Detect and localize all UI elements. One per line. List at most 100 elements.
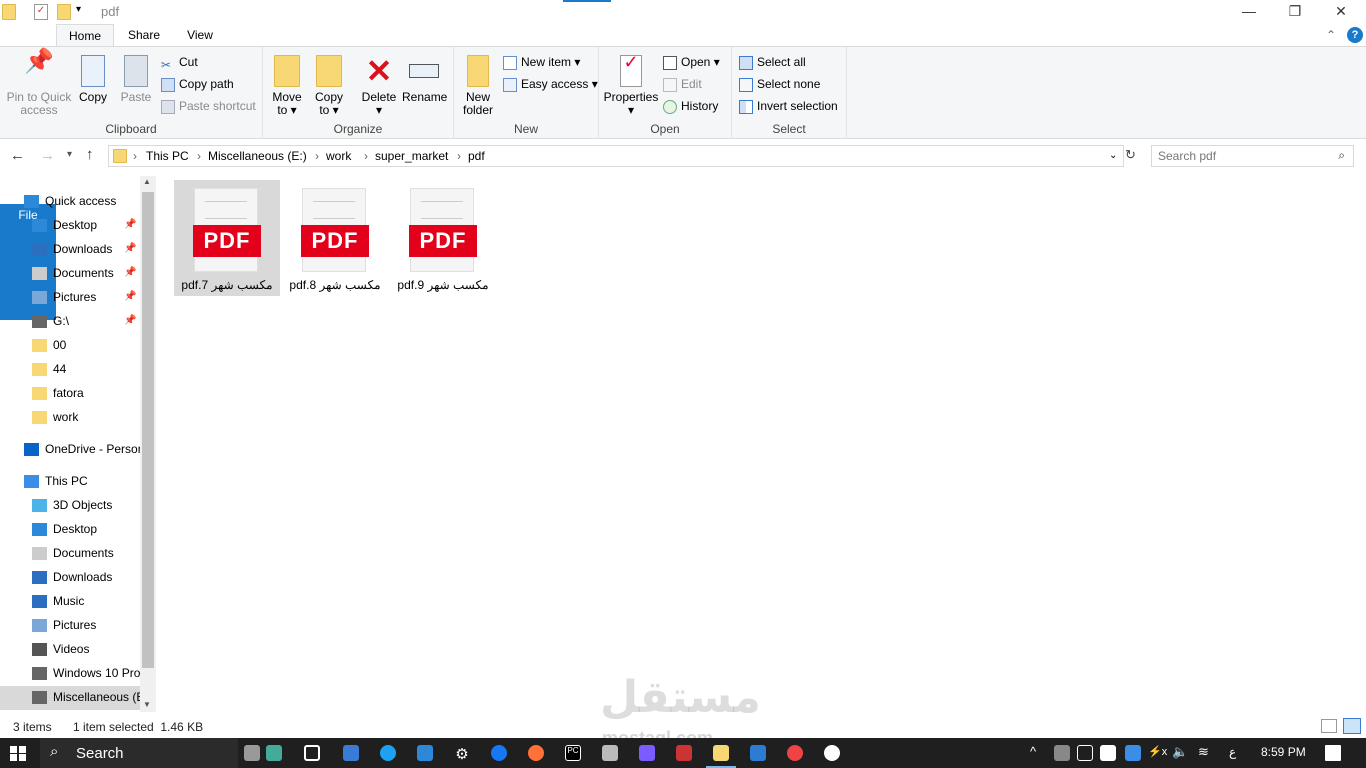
tab-share[interactable]: Share <box>118 24 170 47</box>
up-button[interactable]: ↑ <box>86 146 94 163</box>
breadcrumb-super-market[interactable]: super_market <box>375 149 448 163</box>
history-button[interactable]: History <box>663 97 718 117</box>
clock[interactable]: 8:59 PM <box>1261 745 1306 759</box>
nav-item[interactable]: Documents 📌 <box>0 262 140 286</box>
nav-item[interactable]: Pictures 📌 <box>0 286 140 310</box>
pin-quick-access-button[interactable]: 📌 Pin to Quick access <box>4 50 74 117</box>
file-item[interactable]: PDF مكسب شهر 8.pdf <box>282 180 388 296</box>
help-icon[interactable]: ? <box>1347 27 1363 43</box>
nav-item[interactable]: Pictures <box>0 614 140 638</box>
nav-item[interactable]: OneDrive - Personal <box>0 438 140 462</box>
breadcrumb-drive[interactable]: Miscellaneous (E:) <box>208 149 307 163</box>
store-icon[interactable] <box>343 745 359 761</box>
input-language[interactable]: ع <box>1229 745 1236 759</box>
new-item-button[interactable]: New item ▾ <box>503 53 580 73</box>
camera-icon[interactable] <box>1077 745 1093 761</box>
breadcrumb-this-pc[interactable]: This PC <box>146 149 189 163</box>
restore-button[interactable]: ❐ <box>1272 0 1318 24</box>
tab-view[interactable]: View <box>174 24 226 47</box>
new-folder-button[interactable]: New folder <box>460 55 496 117</box>
nav-item[interactable]: Miscellaneous (E:) <box>0 686 140 710</box>
edge-icon[interactable] <box>380 745 396 761</box>
refresh-button[interactable]: ↻ <box>1125 147 1136 163</box>
details-view-button[interactable] <box>1321 719 1337 733</box>
nav-item[interactable]: Downloads <box>0 566 140 590</box>
nav-item[interactable]: Music <box>0 590 140 614</box>
nav-item[interactable]: Quick access <box>0 190 140 214</box>
back-button[interactable]: ← <box>10 147 25 164</box>
nav-item[interactable]: fatora <box>0 382 140 406</box>
show-hidden-icons[interactable]: ^ <box>1030 744 1036 759</box>
pycharm-icon[interactable]: PC <box>565 745 581 761</box>
security-icon[interactable] <box>1100 745 1116 761</box>
recent-locations-icon[interactable]: ▾ <box>67 149 72 160</box>
network-device-icon[interactable] <box>1054 745 1070 761</box>
search-input[interactable]: Search pdf ⌕ <box>1151 145 1354 167</box>
taskbar-search[interactable]: ⌕ Search <box>40 738 238 768</box>
scroll-down-arrow[interactable]: ▼ <box>143 700 151 709</box>
nav-item[interactable]: 3D Objects <box>0 494 140 518</box>
select-all-button[interactable]: Select all <box>739 53 806 73</box>
large-icons-view-button[interactable] <box>1343 718 1361 734</box>
chrome-icon[interactable] <box>787 745 803 761</box>
nav-item[interactable]: This PC <box>0 470 140 494</box>
file-explorer-icon[interactable] <box>713 745 729 761</box>
open-button[interactable]: Open ▾ <box>663 53 720 73</box>
collapse-ribbon-icon[interactable]: ⌃ <box>1326 28 1336 42</box>
paste-shortcut-button[interactable]: Paste shortcut <box>161 97 256 117</box>
nav-item[interactable]: Windows 10 Pro (C:) <box>0 662 140 686</box>
app-icon[interactable] <box>676 745 692 761</box>
battery-icon[interactable]: ⚡x <box>1148 745 1167 758</box>
new-folder-quick-icon[interactable] <box>57 4 71 20</box>
breadcrumb-pdf[interactable]: pdf <box>468 149 485 163</box>
wifi-icon[interactable]: ≋ <box>1198 744 1209 760</box>
breadcrumb-work[interactable]: work <box>326 149 351 163</box>
volume-icon[interactable]: 🔈 <box>1172 744 1188 760</box>
edit-button[interactable]: Edit <box>663 75 702 95</box>
copy-path-button[interactable]: Copy path <box>161 75 234 95</box>
nav-item[interactable]: 44 <box>0 358 140 382</box>
customize-quick-access-icon[interactable]: ▾ <box>76 4 81 15</box>
firefox-icon[interactable] <box>528 745 544 761</box>
nav-item[interactable]: Documents <box>0 542 140 566</box>
notifications-icon[interactable] <box>1325 745 1341 761</box>
rename-button[interactable]: Rename <box>402 55 447 104</box>
nav-item[interactable]: Desktop <box>0 518 140 542</box>
paste-button[interactable]: Paste <box>118 55 154 104</box>
forward-button[interactable]: → <box>40 147 55 164</box>
facebook-icon[interactable] <box>491 745 507 761</box>
easy-access-button[interactable]: Easy access ▾ <box>503 75 598 95</box>
app-tray-icon[interactable] <box>1125 745 1141 761</box>
properties-quick-icon[interactable]: ✓ <box>34 4 48 20</box>
start-button[interactable] <box>10 746 26 761</box>
address-dropdown-icon[interactable]: ⌄ <box>1109 150 1117 161</box>
task-view-icon[interactable] <box>304 745 320 761</box>
mail-icon[interactable] <box>417 745 433 761</box>
file-item[interactable]: PDF مكسب شهر 7.pdf <box>174 180 280 296</box>
map-app-icon[interactable] <box>266 745 282 761</box>
scroll-up-arrow[interactable]: ▲ <box>143 177 151 186</box>
nav-item[interactable]: 00 <box>0 334 140 358</box>
nav-scrollbar-thumb[interactable] <box>142 192 154 668</box>
minimize-button[interactable]: — <box>1226 0 1272 24</box>
delete-button[interactable]: ✕ Delete ▾ <box>359 55 399 117</box>
settings-icon[interactable]: ⚙ <box>454 745 470 763</box>
nav-item[interactable]: Videos <box>0 638 140 662</box>
app-icon[interactable] <box>824 745 840 761</box>
select-none-button[interactable]: Select none <box>739 75 820 95</box>
properties-button[interactable]: ✓ Properties ▾ <box>603 53 659 117</box>
move-to-button[interactable]: Move to ▾ <box>269 55 305 117</box>
nav-item[interactable]: Downloads 📌 <box>0 238 140 262</box>
nav-item[interactable]: G:\ 📌 <box>0 310 140 334</box>
task-icon[interactable] <box>244 745 260 761</box>
app-icon[interactable] <box>639 745 655 761</box>
nav-item[interactable]: Desktop 📌 <box>0 214 140 238</box>
close-button[interactable]: ✕ <box>1318 0 1364 24</box>
copy-to-button[interactable]: Copy to ▾ <box>311 55 347 117</box>
tab-home[interactable]: Home <box>56 24 114 47</box>
address-bar[interactable]: › This PC › Miscellaneous (E:) › work › … <box>108 145 1124 167</box>
cut-button[interactable]: ✂ Cut <box>161 53 198 73</box>
file-item[interactable]: PDF مكسب شهر 9.pdf <box>390 180 496 296</box>
nav-item[interactable]: work <box>0 406 140 430</box>
app-icon[interactable] <box>602 745 618 761</box>
